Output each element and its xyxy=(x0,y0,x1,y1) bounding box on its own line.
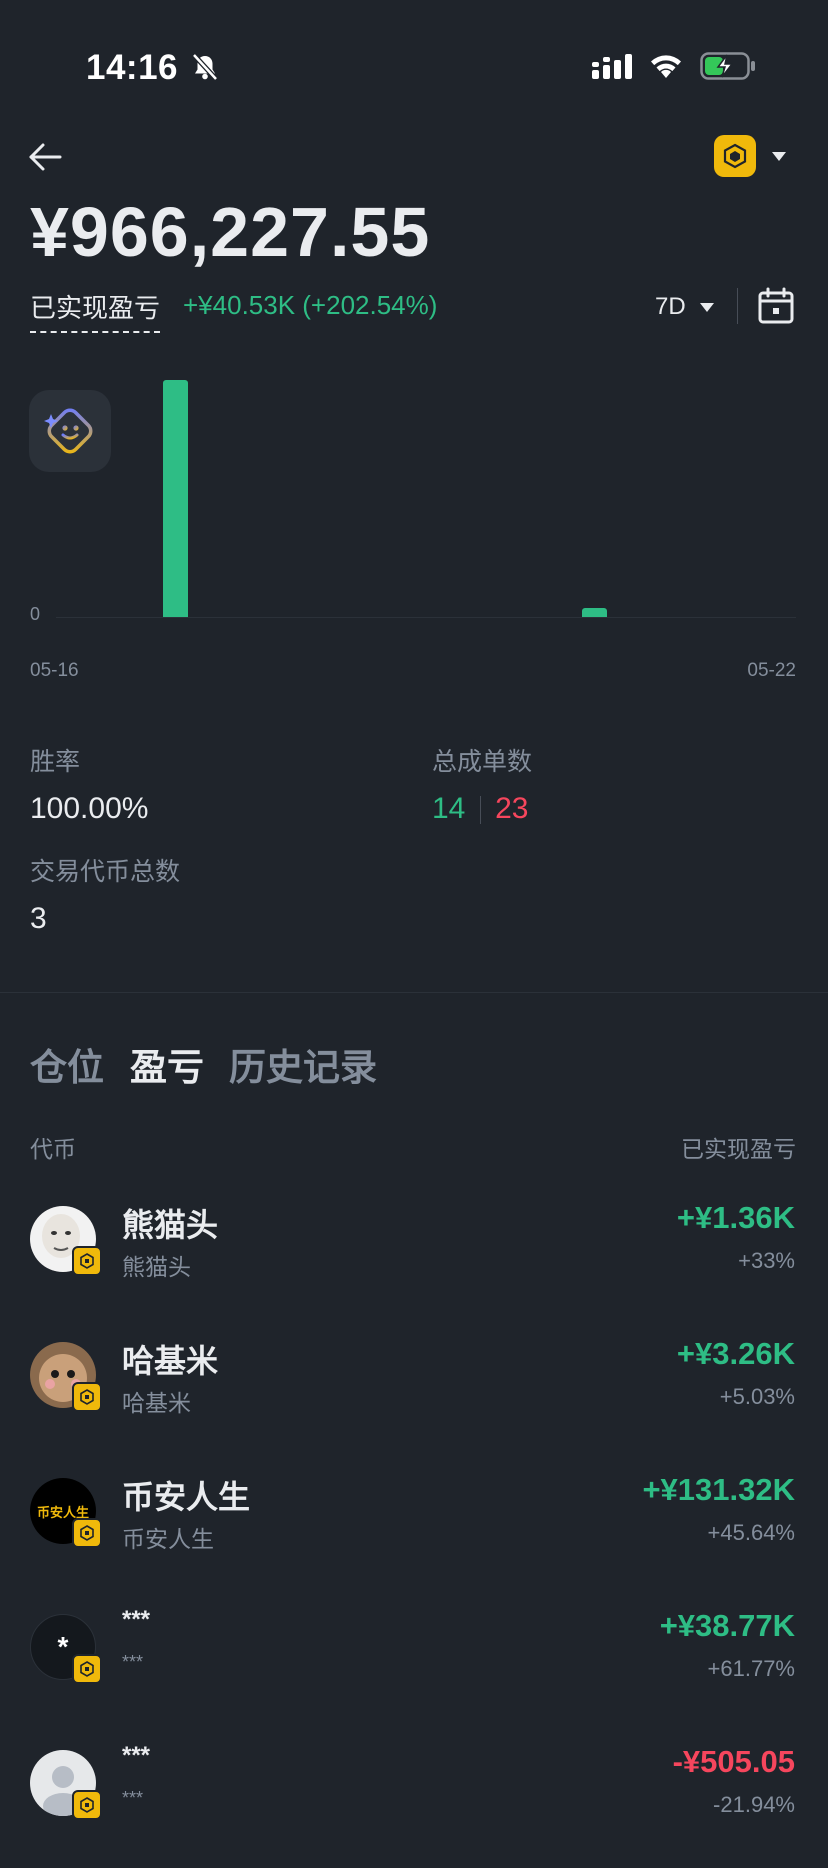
tokens-traded-label: 交易代币总数 xyxy=(30,858,181,886)
chart-x-start-label: 05-16 xyxy=(30,660,79,681)
chart-bar-05-21 xyxy=(581,607,607,617)
bnb-badge-icon xyxy=(72,1382,102,1412)
token-pnl: +¥38.77K xyxy=(659,1608,795,1643)
wifi-icon xyxy=(651,55,681,78)
chart-y-zero-label: 0 xyxy=(30,604,41,624)
win-rate-value: 100.00% xyxy=(30,792,149,825)
total-balance: ¥966,227.55 xyxy=(30,193,431,271)
token-pnl: +¥3.26K xyxy=(676,1336,795,1371)
chain-dropdown-chevron-icon[interactable] xyxy=(772,152,786,161)
calendar-icon[interactable] xyxy=(757,287,795,325)
time-range-label: 7D xyxy=(655,293,686,320)
trades-separator xyxy=(479,796,481,825)
time-range-chevron-icon xyxy=(700,303,715,313)
ai-face-icon xyxy=(44,408,93,454)
tab-pnl[interactable]: 盈亏 xyxy=(130,1037,204,1091)
token-row[interactable]: * *** *** +¥38.77K +61.77% xyxy=(0,1596,828,1732)
chart-bar-05-16 xyxy=(162,380,188,617)
total-trades-label: 总成单数 xyxy=(432,748,533,776)
ai-assistant-button[interactable] xyxy=(29,390,111,472)
token-pnl-percent: -21.94% xyxy=(713,1792,795,1817)
token-pnl: +¥131.32K xyxy=(642,1472,795,1507)
trades-sell-count: 23 xyxy=(495,792,529,825)
token-subname: 熊猫头 xyxy=(122,1254,191,1280)
battery-charging-icon xyxy=(700,52,755,80)
token-pnl: +¥1.36K xyxy=(676,1200,795,1235)
bnb-badge-icon xyxy=(72,1246,102,1276)
win-rate-label: 胜率 xyxy=(30,748,81,776)
time-range-selector[interactable]: 7D xyxy=(655,293,715,321)
token-pnl-percent: +33% xyxy=(738,1248,795,1273)
token-pnl-percent: +61.77% xyxy=(707,1656,795,1681)
token-name: 币安人生 xyxy=(122,1479,251,1515)
tokens-traded-value: 3 xyxy=(30,902,47,935)
token-row[interactable]: 哈基米 哈基米 +¥3.26K +5.03% xyxy=(0,1324,828,1460)
token-name: 熊猫头 xyxy=(122,1207,219,1243)
token-row[interactable]: 币安人生 币安人生 币安人生 +¥131.32K +45.64% xyxy=(0,1460,828,1596)
total-trades-value: 14 23 xyxy=(432,792,528,826)
token-name: 哈基米 xyxy=(122,1343,219,1379)
tab-history[interactable]: 历史记录 xyxy=(229,1037,377,1091)
token-pnl-percent: +45.64% xyxy=(707,1520,795,1545)
token-subname: 哈基米 xyxy=(122,1390,191,1416)
column-token-header: 代币 xyxy=(30,1136,76,1162)
token-name: *** xyxy=(122,1606,151,1633)
token-subname: *** xyxy=(122,1788,144,1808)
token-pnl-percent: +5.03% xyxy=(719,1384,795,1409)
mute-bell-icon xyxy=(192,53,218,81)
token-pnl: -¥505.05 xyxy=(672,1744,795,1779)
section-divider xyxy=(0,992,828,993)
realized-pnl-value: +¥40.53K (+202.54%) xyxy=(183,290,438,320)
token-subname: *** xyxy=(122,1652,144,1672)
tab-positions[interactable]: 仓位 xyxy=(30,1037,104,1091)
status-time: 14:16 xyxy=(86,48,179,87)
bnb-badge-icon xyxy=(72,1654,102,1684)
realized-pnl-label[interactable]: 已实现盈亏 xyxy=(30,288,161,333)
token-name: *** xyxy=(122,1742,151,1769)
token-subname: 币安人生 xyxy=(122,1526,214,1552)
bnb-badge-icon xyxy=(72,1518,102,1548)
token-row[interactable]: *** *** -¥505.05 -21.94% xyxy=(0,1732,828,1868)
bnb-chain-icon[interactable] xyxy=(714,135,756,177)
header-divider xyxy=(737,288,738,324)
cellular-signal-icon xyxy=(592,54,632,79)
bnb-badge-icon xyxy=(72,1790,102,1820)
column-pnl-header: 已实现盈亏 xyxy=(681,1136,796,1162)
trades-buy-count: 14 xyxy=(432,792,466,825)
chart-x-end-label: 05-22 xyxy=(747,660,796,681)
token-row[interactable]: 熊猫头 熊猫头 +¥1.36K +33% xyxy=(0,1188,828,1324)
token-avatar-text: * xyxy=(57,1631,69,1662)
chart-baseline xyxy=(56,617,796,618)
back-arrow-icon[interactable] xyxy=(28,142,62,172)
